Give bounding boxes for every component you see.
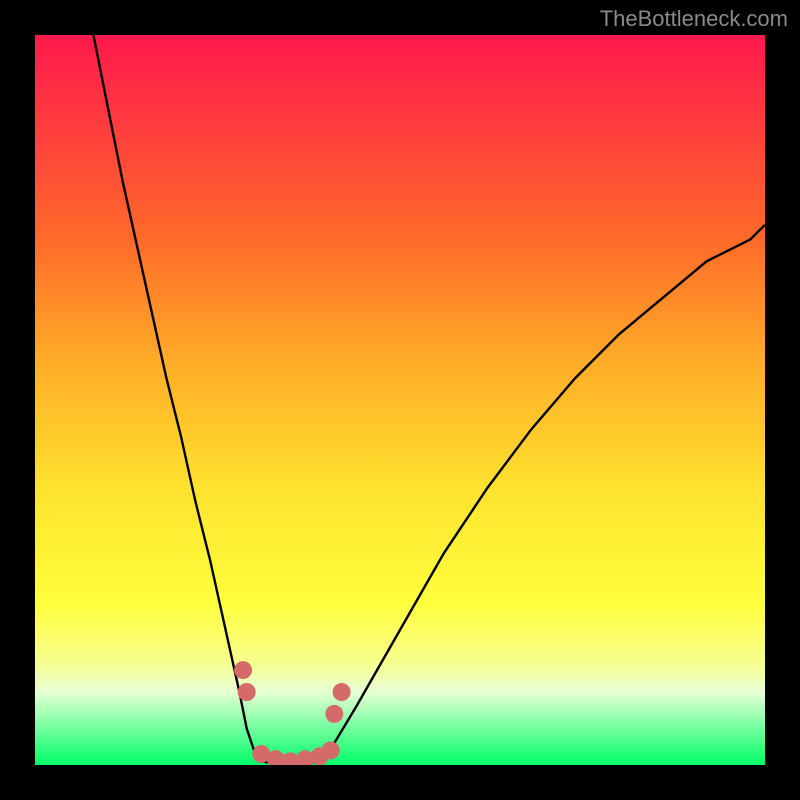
curve-markers	[234, 661, 351, 765]
marker-dot	[234, 661, 252, 679]
stage: TheBottleneck.com	[0, 0, 800, 800]
marker-dot	[333, 683, 351, 701]
marker-dot	[325, 705, 343, 723]
marker-dot	[322, 741, 340, 759]
bottleneck-curve	[93, 35, 765, 765]
plot-area	[35, 35, 765, 765]
watermark: TheBottleneck.com	[600, 6, 788, 32]
marker-dot	[238, 683, 256, 701]
curve-layer	[35, 35, 765, 765]
